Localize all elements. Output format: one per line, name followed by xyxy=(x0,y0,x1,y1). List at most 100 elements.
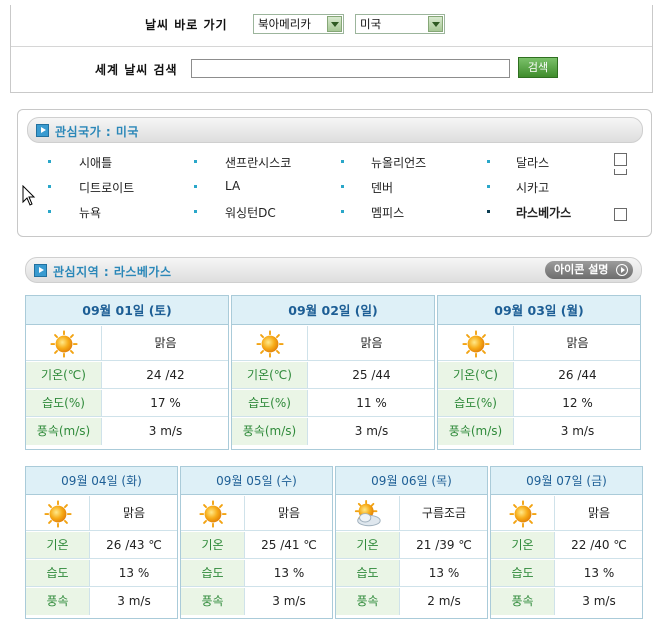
weather-row: 구름조금 xyxy=(336,496,487,531)
wind-speed-value: 3 m/s xyxy=(117,594,151,608)
city-link[interactable]: 디트로이트 xyxy=(79,179,134,196)
wind-speed-label: 풍속 xyxy=(26,588,90,615)
humidity-label: 습도(%) xyxy=(438,390,514,416)
city-link[interactable]: 덴버 xyxy=(371,179,393,196)
checkbox-edge xyxy=(614,169,627,175)
world-search-label: 세계 날씨 검색 xyxy=(95,63,178,77)
temperature-label: 기온(℃) xyxy=(438,362,514,388)
temperature-value: 24 /42 xyxy=(146,368,185,382)
humidity-value: 17 % xyxy=(150,396,181,410)
weather-icon-cell xyxy=(26,326,102,360)
humidity-label: 습도 xyxy=(26,560,90,586)
city-link[interactable]: 시카고 xyxy=(516,179,549,196)
city-link[interactable]: 시애틀 xyxy=(79,154,112,171)
icon-legend-label: 아이콘 설명 xyxy=(554,263,609,276)
bullet-icon xyxy=(194,210,197,213)
humidity-label: 습도(%) xyxy=(232,390,308,416)
temperature-value: 22 /40 ℃ xyxy=(571,538,627,552)
quick-nav-label: 날씨 바로 가기 xyxy=(145,18,228,32)
sun-icon xyxy=(50,329,78,358)
wind-speed-label: 풍속 xyxy=(491,588,555,615)
temperature-row: 기온(℃) 24 /42 xyxy=(26,362,228,389)
bullet-icon xyxy=(341,185,344,188)
humidity-value: 12 % xyxy=(562,396,593,410)
forecast-card: 09월 07일 (금) 맑음 기온 22 /40 ℃ 습도 13 % 풍속 3 m/s xyxy=(490,466,643,619)
bullet-icon xyxy=(487,210,490,213)
wind-speed-row: 풍속(m/s) 3 m/s xyxy=(232,418,434,445)
city-link[interactable]: 뉴욕 xyxy=(79,204,101,221)
bullet-icon xyxy=(487,185,490,188)
weather-condition: 맑음 xyxy=(122,506,146,520)
bullet-icon xyxy=(48,160,51,163)
humidity-row: 습도(%) 12 % xyxy=(438,390,640,417)
wind-speed-value: 3 m/s xyxy=(272,594,306,608)
checkbox[interactable] xyxy=(614,208,627,221)
humidity-value: 13 % xyxy=(273,566,305,580)
bullet-icon xyxy=(48,185,51,188)
forecast-card: 09월 03일 (월) 맑음기온(℃) 26 /44 습도(%) 12 % 풍속(m/s)… xyxy=(437,295,641,450)
sun-icon xyxy=(509,499,537,528)
city-link[interactable]: 샌프란시스코 xyxy=(225,154,291,171)
city-link[interactable]: LA xyxy=(225,179,240,193)
sun-icon xyxy=(256,329,284,358)
temperature-label: 기온 xyxy=(491,532,555,558)
weather-icon-cell xyxy=(232,326,308,360)
forecast-card: 09월 05일 (수) 맑음 기온 25 /41 ℃ 습도 13 % 풍속 3 m/s xyxy=(180,466,333,619)
wind-speed-row: 풍속 3 m/s xyxy=(26,588,177,615)
forecast-date: 09월 02일 (일) xyxy=(232,296,434,325)
temperature-value: 26 /43 ℃ xyxy=(106,538,162,552)
temperature-value: 21 /39 ℃ xyxy=(416,538,472,552)
wind-speed-row: 풍속 3 m/s xyxy=(181,588,332,615)
temperature-row: 기온(℃) 25 /44 xyxy=(232,362,434,389)
weather-search-box: 날씨 바로 가기 북아메리카 미국 세계 날씨 검색 검색 xyxy=(10,5,653,93)
wind-speed-value: 3 m/s xyxy=(582,594,616,608)
weather-condition: 맑음 xyxy=(566,336,589,350)
humidity-row: 습도 13 % xyxy=(181,560,332,587)
bullet-icon xyxy=(341,160,344,163)
humidity-value: 13 % xyxy=(428,566,460,580)
chevron-down-icon[interactable] xyxy=(327,16,342,32)
bullet-icon xyxy=(194,185,197,188)
temperature-row: 기온 21 /39 ℃ xyxy=(336,532,487,559)
bullet-icon xyxy=(194,160,197,163)
humidity-row: 습도(%) 11 % xyxy=(232,390,434,417)
humidity-row: 습도(%) 17 % xyxy=(26,390,228,417)
city-link[interactable]: 뉴올리언즈 xyxy=(371,154,426,171)
weather-row: 맑음 xyxy=(491,496,642,531)
bullet-icon xyxy=(487,160,490,163)
icon-legend-button[interactable]: 아이콘 설명 xyxy=(545,261,633,279)
city-link-selected[interactable]: 라스베가스 xyxy=(516,204,571,221)
forecast-date: 09월 03일 (월) xyxy=(438,296,640,325)
interest-country-title: 관심국가 : 미국 xyxy=(55,125,139,139)
temperature-row: 기온 22 /40 ℃ xyxy=(491,532,642,559)
city-link[interactable]: 달라스 xyxy=(516,154,549,171)
weather-icon-cell xyxy=(336,496,400,530)
partly-cloudy-icon xyxy=(354,499,381,526)
search-button[interactable]: 검색 xyxy=(518,57,558,78)
world-search-input[interactable] xyxy=(191,59,510,78)
wind-speed-label: 풍속(m/s) xyxy=(438,418,514,445)
city-link[interactable]: 멤피스 xyxy=(371,204,404,221)
weather-condition: 맑음 xyxy=(587,506,611,520)
wind-speed-row: 풍속 2 m/s xyxy=(336,588,487,615)
mouse-cursor-icon xyxy=(22,185,36,206)
wind-speed-label: 풍속 xyxy=(181,588,245,615)
interest-area-header: 관심지역 : 라스베가스 아이콘 설명 xyxy=(25,257,642,283)
checkbox[interactable] xyxy=(614,153,627,166)
humidity-value: 13 % xyxy=(118,566,150,580)
sun-icon xyxy=(44,499,72,528)
forecast-card: 09월 06일 (목) 구름조금 기온 21 /39 ℃ 습도 13 % 풍속 2 m/s xyxy=(335,466,488,619)
temperature-label: 기온 xyxy=(336,532,400,558)
temperature-value: 26 /44 xyxy=(558,368,597,382)
forecast-date: 09월 07일 (금) xyxy=(491,467,642,495)
humidity-row: 습도 13 % xyxy=(336,560,487,587)
sun-icon xyxy=(199,499,227,528)
region-select[interactable]: 북아메리카 xyxy=(253,14,344,34)
weather-condition: 맑음 xyxy=(360,336,383,350)
wind-speed-row: 풍속(m/s) 3 m/s xyxy=(438,418,640,445)
forecast-card: 09월 04일 (화) 맑음 기온 26 /43 ℃ 습도 13 % 풍속 3 m/s xyxy=(25,466,178,619)
country-select[interactable]: 미국 xyxy=(355,14,445,34)
temperature-label: 기온(℃) xyxy=(232,362,308,388)
city-link[interactable]: 워싱턴DC xyxy=(225,204,276,221)
chevron-down-icon[interactable] xyxy=(428,16,443,32)
